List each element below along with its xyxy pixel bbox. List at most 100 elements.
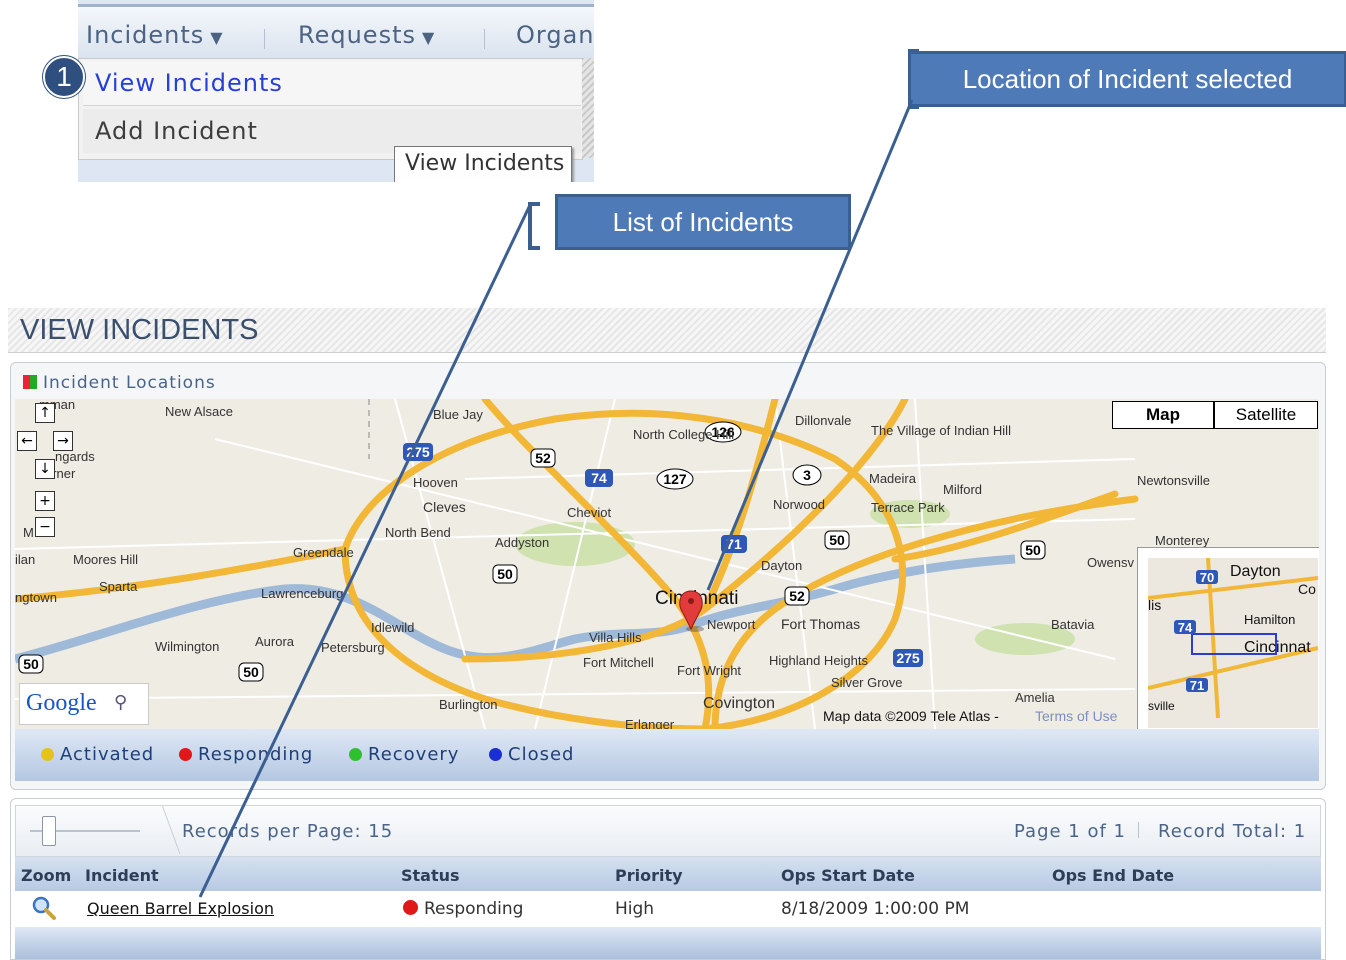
map-label: Idlewild bbox=[371, 620, 414, 635]
caret-down-icon: ▼ bbox=[210, 28, 224, 47]
map-label: Aurora bbox=[255, 634, 295, 649]
map-label: Owensv bbox=[1087, 555, 1134, 570]
incidents-dropdown: View Incidents Add Incident bbox=[78, 58, 583, 160]
shield-label: 71 bbox=[726, 536, 742, 552]
column-header-zoom[interactable]: Zoom bbox=[21, 866, 71, 885]
magnifier-icon: ⚲ bbox=[114, 692, 128, 713]
map-label: Fort Thomas bbox=[781, 616, 860, 632]
menu-divider bbox=[264, 29, 265, 49]
shield-label: 52 bbox=[789, 588, 805, 604]
pan-right-icon[interactable]: → bbox=[53, 431, 73, 451]
map-label: Amelia bbox=[1015, 690, 1056, 705]
status-text: Responding bbox=[424, 899, 524, 919]
shield-label: 71 bbox=[1190, 678, 1204, 693]
map-label: Monterey bbox=[1155, 533, 1210, 548]
map-type-map-button[interactable]: Map bbox=[1112, 401, 1214, 429]
map-label: Newport bbox=[707, 617, 756, 632]
status-dot-icon bbox=[349, 748, 362, 761]
map-label: Madeira bbox=[869, 471, 917, 486]
column-header-incident[interactable]: Incident bbox=[85, 866, 159, 885]
map-type-satellite-button[interactable]: Satellite bbox=[1214, 401, 1318, 429]
shield-label: 50 bbox=[23, 656, 39, 672]
map-label: Sparta bbox=[99, 579, 138, 594]
pan-down-icon[interactable]: ↓ bbox=[35, 459, 55, 479]
map-label: ngtown bbox=[15, 590, 57, 605]
map-label: Greendale bbox=[293, 545, 354, 560]
grid-header-row: Zoom Incident Status Priority Ops Start … bbox=[15, 857, 1321, 891]
legend-label: Activated bbox=[60, 744, 155, 765]
map-label: Silver Grove bbox=[831, 675, 903, 690]
map-label: New Alsace bbox=[165, 404, 233, 419]
zoom-in-icon[interactable]: + bbox=[35, 491, 55, 511]
legend-item-responding: Responding bbox=[179, 744, 313, 765]
ops-start-cell: 8/18/2009 1:00:00 PM bbox=[781, 899, 970, 919]
menu-incidents[interactable]: Incidents ▼ bbox=[86, 21, 224, 49]
tooltip: View Incidents bbox=[394, 146, 572, 182]
overview-map[interactable]: 70 74 71 Dayton Hamilton Cincinnat lis s… bbox=[1137, 547, 1319, 729]
shield-label: 74 bbox=[591, 470, 607, 486]
menu-item-view-incidents[interactable]: View Incidents bbox=[83, 61, 581, 106]
map-label: Erlanger bbox=[625, 717, 675, 729]
column-header-ops-end-date[interactable]: Ops End Date bbox=[1052, 866, 1174, 885]
incident-map[interactable]: 275 74 275 71 126 127 3 52 50 52 50 50 5… bbox=[15, 399, 1319, 729]
shield-label: 50 bbox=[1025, 542, 1041, 558]
column-header-status[interactable]: Status bbox=[401, 866, 460, 885]
menu-screenshot: Incidents ▼ Requests ▼ Organ View Incident… bbox=[78, 0, 594, 182]
column-header-ops-start-date[interactable]: Ops Start Date bbox=[781, 866, 915, 885]
map-label: Hamilton bbox=[1244, 612, 1295, 627]
column-header-priority[interactable]: Priority bbox=[615, 866, 683, 885]
menu-organizations-label: Organ bbox=[516, 21, 594, 49]
map-label: Hooven bbox=[413, 475, 458, 490]
shield-label: 275 bbox=[406, 444, 430, 460]
map-attribution: Map data ©2009 Tele Atlas - bbox=[823, 708, 999, 724]
map-label: Cheviot bbox=[567, 505, 611, 520]
map-label: Addyston bbox=[495, 535, 549, 550]
map-label: Milford bbox=[943, 482, 982, 497]
caret-down-icon: ▼ bbox=[422, 28, 436, 47]
map-label: ngards bbox=[55, 449, 95, 464]
google-logo[interactable]: Google ⚲ bbox=[19, 683, 149, 725]
map-label: Lawrenceburg bbox=[261, 586, 343, 601]
record-total: Record Total: 1 bbox=[1158, 821, 1307, 842]
page-title: VIEW INCIDENTS bbox=[20, 314, 259, 346]
callout-bracket bbox=[528, 202, 540, 250]
incident-link[interactable]: Queen Barrel Explosion bbox=[87, 899, 274, 918]
panel-title: Incident Locations bbox=[23, 373, 216, 393]
incidents-grid: Records per Page: 15 Page 1 of 1 Record … bbox=[10, 798, 1326, 960]
records-slider-handle[interactable] bbox=[42, 816, 56, 846]
zoom-out-icon[interactable]: − bbox=[35, 517, 55, 537]
map-label: Co bbox=[1298, 581, 1316, 597]
callout-list-of-incidents: List of Incidents bbox=[555, 194, 851, 250]
menu-bar: Incidents ▼ Requests ▼ Organ bbox=[78, 4, 594, 61]
map-label: Dayton bbox=[761, 558, 802, 573]
legend-item-activated: Activated bbox=[41, 744, 154, 765]
legend-label: Responding bbox=[198, 744, 314, 765]
map-label: ilan bbox=[15, 552, 35, 567]
zoom-magnifier-icon[interactable] bbox=[31, 895, 57, 926]
shield-label: 52 bbox=[535, 450, 551, 466]
menu-organizations[interactable]: Organ bbox=[516, 21, 594, 49]
panel-title-text: Incident Locations bbox=[43, 373, 216, 393]
map-label: Highland Heights bbox=[769, 653, 869, 668]
map-label: Moores Hill bbox=[73, 552, 138, 567]
map-label: sville bbox=[1148, 699, 1175, 713]
map-label: North Bend bbox=[385, 525, 451, 540]
menu-requests-label: Requests bbox=[298, 21, 416, 49]
map-label: lis bbox=[1148, 597, 1161, 613]
pan-up-icon[interactable]: ↑ bbox=[35, 403, 55, 423]
menu-item-label: Add Incident bbox=[95, 117, 258, 145]
shield-label: 127 bbox=[663, 471, 687, 487]
tooltip-text: View Incidents bbox=[405, 151, 565, 176]
records-per-page: Records per Page: 15 bbox=[182, 821, 394, 842]
map-label: Newtonsville bbox=[1137, 473, 1210, 488]
menu-requests[interactable]: Requests ▼ bbox=[298, 21, 435, 49]
map-label: Dayton bbox=[1230, 563, 1281, 580]
dropdown-shadow bbox=[582, 58, 594, 158]
map-label: Terrace Park bbox=[871, 500, 945, 515]
map-canvas[interactable]: 275 74 275 71 126 127 3 52 50 52 50 50 5… bbox=[15, 399, 1319, 729]
status-dot-icon bbox=[41, 748, 54, 761]
incident-locations-panel: Incident Locations 275 74 275 71 126 127… bbox=[10, 362, 1326, 790]
google-logo-text: Google bbox=[26, 690, 97, 716]
pager: Records per Page: 15 Page 1 of 1 Record … bbox=[15, 805, 1321, 857]
pan-left-icon[interactable]: ← bbox=[17, 431, 37, 451]
